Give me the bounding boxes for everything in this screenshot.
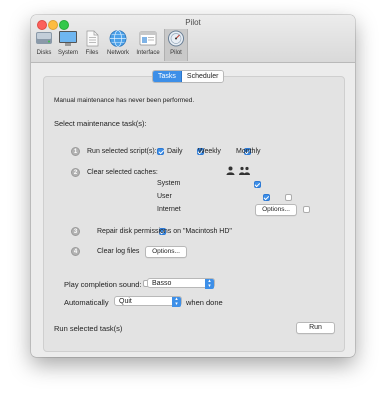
clear-logs-label: Clear log files [97, 248, 140, 255]
cache-system-label: System [157, 180, 181, 187]
content-panel [43, 76, 345, 352]
repair-permissions-label: Repair disk permissions on "Macintosh HD… [97, 228, 232, 235]
completion-sound-value: Basso [152, 280, 172, 287]
completion-sound-popup[interactable]: Basso ▴ ▾ [147, 278, 215, 289]
daily-checkbox[interactable] [157, 148, 164, 155]
logs-options-button[interactable]: Options... [145, 246, 187, 258]
toolbar-item-network[interactable]: Network [104, 29, 132, 61]
tab-control: Tasks Scheduler [152, 70, 225, 83]
auto-action-label: Automatically [64, 298, 109, 307]
task-clear-caches-label: Clear selected caches: [87, 169, 158, 176]
step-number-4: 4 [71, 247, 80, 256]
users-icon [239, 166, 250, 175]
section-heading: Select maintenance task(s): [54, 119, 147, 128]
status-message: Manual maintenance has never been perfor… [54, 97, 195, 104]
popup-arrows-icon: ▴ ▾ [205, 279, 214, 289]
user-icon [226, 166, 235, 175]
toolbar-item-pilot[interactable]: Pilot [164, 29, 188, 61]
title-bar: Pilot Disks System Files Network Interfa… [31, 15, 355, 63]
toolbar-label: Files [85, 50, 99, 56]
daily-label: Daily [167, 148, 183, 155]
monthly-label: Monthly [236, 148, 261, 155]
toolbar-item-disks[interactable]: Disks [33, 29, 55, 61]
step-number-3: 3 [71, 227, 80, 236]
toolbar-label: Disks [36, 50, 52, 56]
tab-tasks[interactable]: Tasks [153, 71, 182, 82]
system-cache-checkbox[interactable] [253, 181, 261, 188]
toolbar-item-files[interactable]: Files [82, 29, 102, 61]
toolbar-label: System [57, 50, 78, 56]
toolbar-label: Pilot [170, 50, 182, 56]
when-done-label: when done [186, 298, 223, 307]
all-users-cache-checkbox[interactable] [284, 194, 292, 201]
all-users-internet-checkbox[interactable] [302, 206, 310, 213]
toolbar-item-system[interactable]: System [56, 29, 80, 61]
step-number-1: 1 [71, 147, 80, 156]
tab-scheduler[interactable]: Scheduler [181, 71, 224, 82]
run-button[interactable]: Run [296, 322, 335, 334]
cache-user-label: User [157, 193, 172, 200]
system-icon [59, 31, 77, 46]
toolbar-item-interface[interactable]: Interface [134, 29, 162, 61]
caches-options-button[interactable]: Options... [255, 204, 297, 216]
completion-sound-label: Play completion sound: [64, 280, 142, 289]
pilot-icon [168, 30, 184, 47]
files-icon [86, 30, 99, 47]
disks-icon [36, 32, 52, 44]
auto-action-popup[interactable]: Quit ▴ ▾ [114, 296, 182, 307]
run-tasks-label: Run selected task(s) [54, 324, 123, 333]
interface-icon [139, 31, 157, 46]
weekly-label: Weekly [198, 148, 221, 155]
network-icon [109, 30, 127, 47]
popup-arrows-icon: ▴ ▾ [172, 297, 181, 307]
window-title: Pilot [185, 18, 201, 27]
auto-action-value: Quit [119, 298, 132, 305]
step-number-2: 2 [71, 168, 80, 177]
cache-internet-label: Internet [157, 206, 181, 213]
toolbar-label: Interface [136, 50, 160, 56]
user-cache-checkbox[interactable] [262, 194, 270, 201]
toolbar-label: Network [106, 50, 129, 56]
task-run-scripts-label: Run selected script(s): [87, 148, 157, 155]
